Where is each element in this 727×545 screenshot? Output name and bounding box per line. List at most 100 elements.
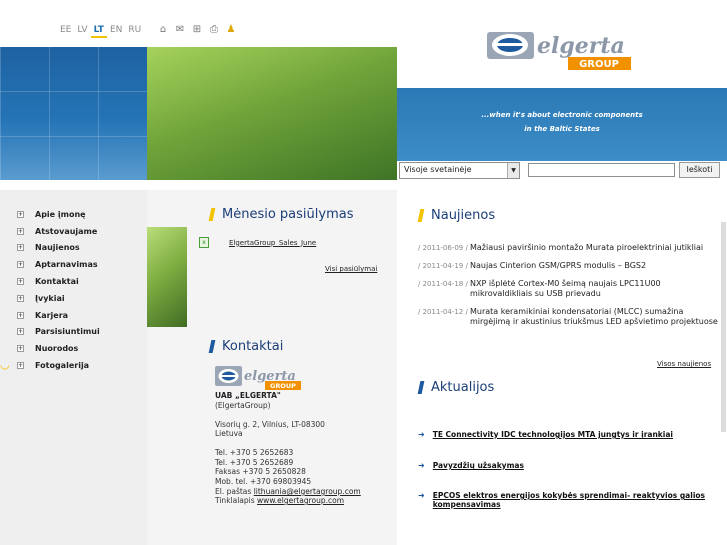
contact-web-row: Tinklalapis www.elgertagroup.com [215, 496, 344, 505]
svg-text:elgerta: elgerta [537, 33, 625, 59]
left-navigation: + Apie įmonę + Atstovaujame + Naujienos + Ap… [0, 190, 147, 545]
nav-item-parsisiuntimui[interactable]: + Parsisiuntimui [17, 324, 100, 338]
highlight-link[interactable]: EPCOS elektros energijos kokybės sprendi… [433, 491, 708, 509]
lang-en[interactable]: EN [107, 24, 125, 38]
elgerta-logo[interactable]: elgerta GROUP [487, 31, 633, 71]
search-input[interactable] [528, 163, 675, 177]
nav-item-naujienos[interactable]: + Naujienos [17, 240, 80, 254]
nav-item-karjera[interactable]: + Karjera [17, 308, 68, 322]
contact-address-country: Lietuva [215, 429, 243, 438]
contact-mobile: Mob. tel. +370 69803945 [215, 477, 312, 486]
excel-file-icon: x [199, 237, 209, 248]
heading-bar-icon [417, 381, 425, 394]
search-button[interactable]: Ieškoti [679, 162, 720, 178]
news-text[interactable]: Naujas Cinterion GSM/GPRS modulis – BGS2 [470, 261, 646, 271]
contact-tel-1: Tel. +370 5 2652683 [215, 448, 294, 457]
news-date: / 2011-04-19 / [418, 262, 468, 270]
expand-icon[interactable]: + [17, 294, 24, 302]
expand-icon[interactable]: + [17, 260, 24, 268]
news-item[interactable]: / 2011-04-18 / NXP išplėtė Cortex-M0 šei… [418, 279, 718, 299]
expand-icon[interactable]: + [17, 243, 24, 251]
heading-bar-icon [417, 209, 425, 222]
news-item[interactable]: / 2011-04-12 / Murata keramikiniai konde… [418, 307, 718, 327]
all-offers-link[interactable]: Visi pasiūlymai [325, 265, 377, 273]
highlight-item[interactable]: ➜ Pavyzdžių užsakymas [418, 461, 708, 470]
expand-icon[interactable]: + [17, 311, 24, 319]
highlight-link[interactable]: Pavyzdžių užsakymas [433, 461, 524, 470]
contact-tel-2: Tel. +370 5 2652689 [215, 458, 294, 467]
nav-item-ivykiai[interactable]: + Įvykiai [17, 291, 65, 305]
offers-heading: Mėnesio pasiūlymas [208, 207, 354, 222]
elgerta-small-logo: elgerta GROUP [215, 366, 301, 390]
news-text[interactable]: NXP išplėtė Cortex-M0 šeimą naujais LPC1… [470, 279, 718, 299]
news-text[interactable]: Mažiausi paviršinio montažo Murata piroe… [470, 243, 703, 253]
heading-bar-icon [208, 208, 216, 221]
nav-item-fotogalerija[interactable]: + Fotogalerija [17, 358, 89, 372]
arrow-right-icon: ➜ [418, 430, 425, 439]
contact-email-link[interactable]: lithuania@elgertagroup.com [254, 487, 361, 496]
search-scope-value: Visoje svetainėje [404, 165, 472, 174]
toolbar-icons: ⌂ ✉ ⊞ ⎙ ♟ [157, 24, 237, 35]
home-icon[interactable]: ⌂ [157, 24, 169, 35]
expand-icon[interactable]: + [17, 227, 24, 235]
nav-item-aptarnavimas[interactable]: + Aptarnavimas [17, 257, 98, 271]
expand-icon[interactable]: + [17, 277, 24, 285]
offer-file-link[interactable]: x ElgertaGroup_Sales_June [199, 237, 316, 248]
nav-item-atstovaujame[interactable]: + Atstovaujame [17, 224, 97, 238]
offer-file-name[interactable]: ElgertaGroup_Sales_June [229, 239, 316, 247]
highlights-title: Aktualijos [431, 380, 495, 395]
contact-email-label: El. paštas [215, 487, 252, 496]
contact-email-row: El. paštas lithuania@elgertagroup.com [215, 487, 361, 496]
smiley-icon: ◡ [0, 358, 10, 371]
search-bar: Visoje svetainėje ▼ Ieškoti [397, 162, 727, 180]
tagline: ...when it's about electronic components… [397, 108, 727, 136]
news-item[interactable]: / 2011-06-09 / Mažiausi paviršinio monta… [418, 243, 718, 253]
lang-ru[interactable]: RU [125, 24, 144, 38]
mail-icon[interactable]: ✉ [174, 24, 186, 35]
highlight-link[interactable]: TE Connectivity IDC technologijos MTA ju… [433, 430, 673, 439]
news-date: / 2011-04-12 / [418, 308, 468, 316]
contacts-heading: Kontaktai [208, 339, 284, 354]
highlight-item[interactable]: ➜ EPCOS elektros energijos kokybės spren… [418, 491, 708, 509]
contacts-title: Kontaktai [222, 339, 284, 354]
news-title: Naujienos [431, 208, 496, 223]
lang-lv[interactable]: LV [74, 24, 90, 38]
expand-icon[interactable]: + [17, 327, 24, 335]
contact-group: (ElgertaGroup) [215, 401, 271, 410]
search-scope-select[interactable]: Visoje svetainėje ▼ [399, 162, 520, 179]
banner-blue-image [0, 47, 147, 180]
highlights-heading: Aktualijos [417, 380, 495, 395]
highlight-item[interactable]: ➜ TE Connectivity IDC technologijos MTA … [418, 430, 708, 439]
offers-title: Mėnesio pasiūlymas [222, 207, 354, 222]
heading-bar-icon [208, 340, 216, 353]
chevron-down-icon[interactable]: ▼ [507, 163, 519, 178]
expand-icon[interactable]: + [17, 361, 24, 369]
arrow-right-icon: ➜ [418, 491, 425, 500]
offer-leaf-image [147, 227, 187, 327]
nav-item-apie-imone[interactable]: + Apie įmonę [17, 207, 86, 221]
banner-green-image [147, 47, 397, 180]
tagline-line2: in the Baltic States [524, 125, 600, 133]
news-heading: Naujienos [417, 208, 496, 223]
nav-item-kontaktai[interactable]: + Kontaktai [17, 274, 79, 288]
all-news-link[interactable]: Visos naujienos [657, 360, 711, 368]
news-text[interactable]: Murata keramikiniai kondensatoriai (MLCC… [470, 307, 718, 327]
scrollbar[interactable] [721, 222, 726, 432]
tagline-line1: ...when it's about electronic components [481, 111, 643, 119]
sitemap-icon[interactable]: ⊞ [191, 24, 203, 35]
lang-lt[interactable]: LT [90, 24, 107, 38]
lang-ee[interactable]: EE [57, 24, 74, 38]
group-icon[interactable]: ♟ [225, 24, 237, 35]
news-item[interactable]: / 2011-04-19 / Naujas Cinterion GSM/GPRS… [418, 261, 718, 271]
contact-company: UAB „ELGERTA" [215, 391, 281, 400]
contact-web-link[interactable]: www.elgertagroup.com [257, 496, 344, 505]
contact-web-label: Tinklalapis [215, 496, 255, 505]
expand-icon[interactable]: + [17, 344, 24, 352]
news-date: / 2011-04-18 / [418, 280, 468, 288]
arrow-right-icon: ➜ [418, 461, 425, 470]
expand-icon[interactable]: + [17, 210, 24, 218]
contact-fax: Faksas +370 5 2650828 [215, 467, 306, 476]
print-icon[interactable]: ⎙ [208, 24, 220, 35]
language-switcher: EE LV LT EN RU [57, 24, 144, 38]
nav-item-nuorodos[interactable]: + Nuorodos [17, 341, 78, 355]
